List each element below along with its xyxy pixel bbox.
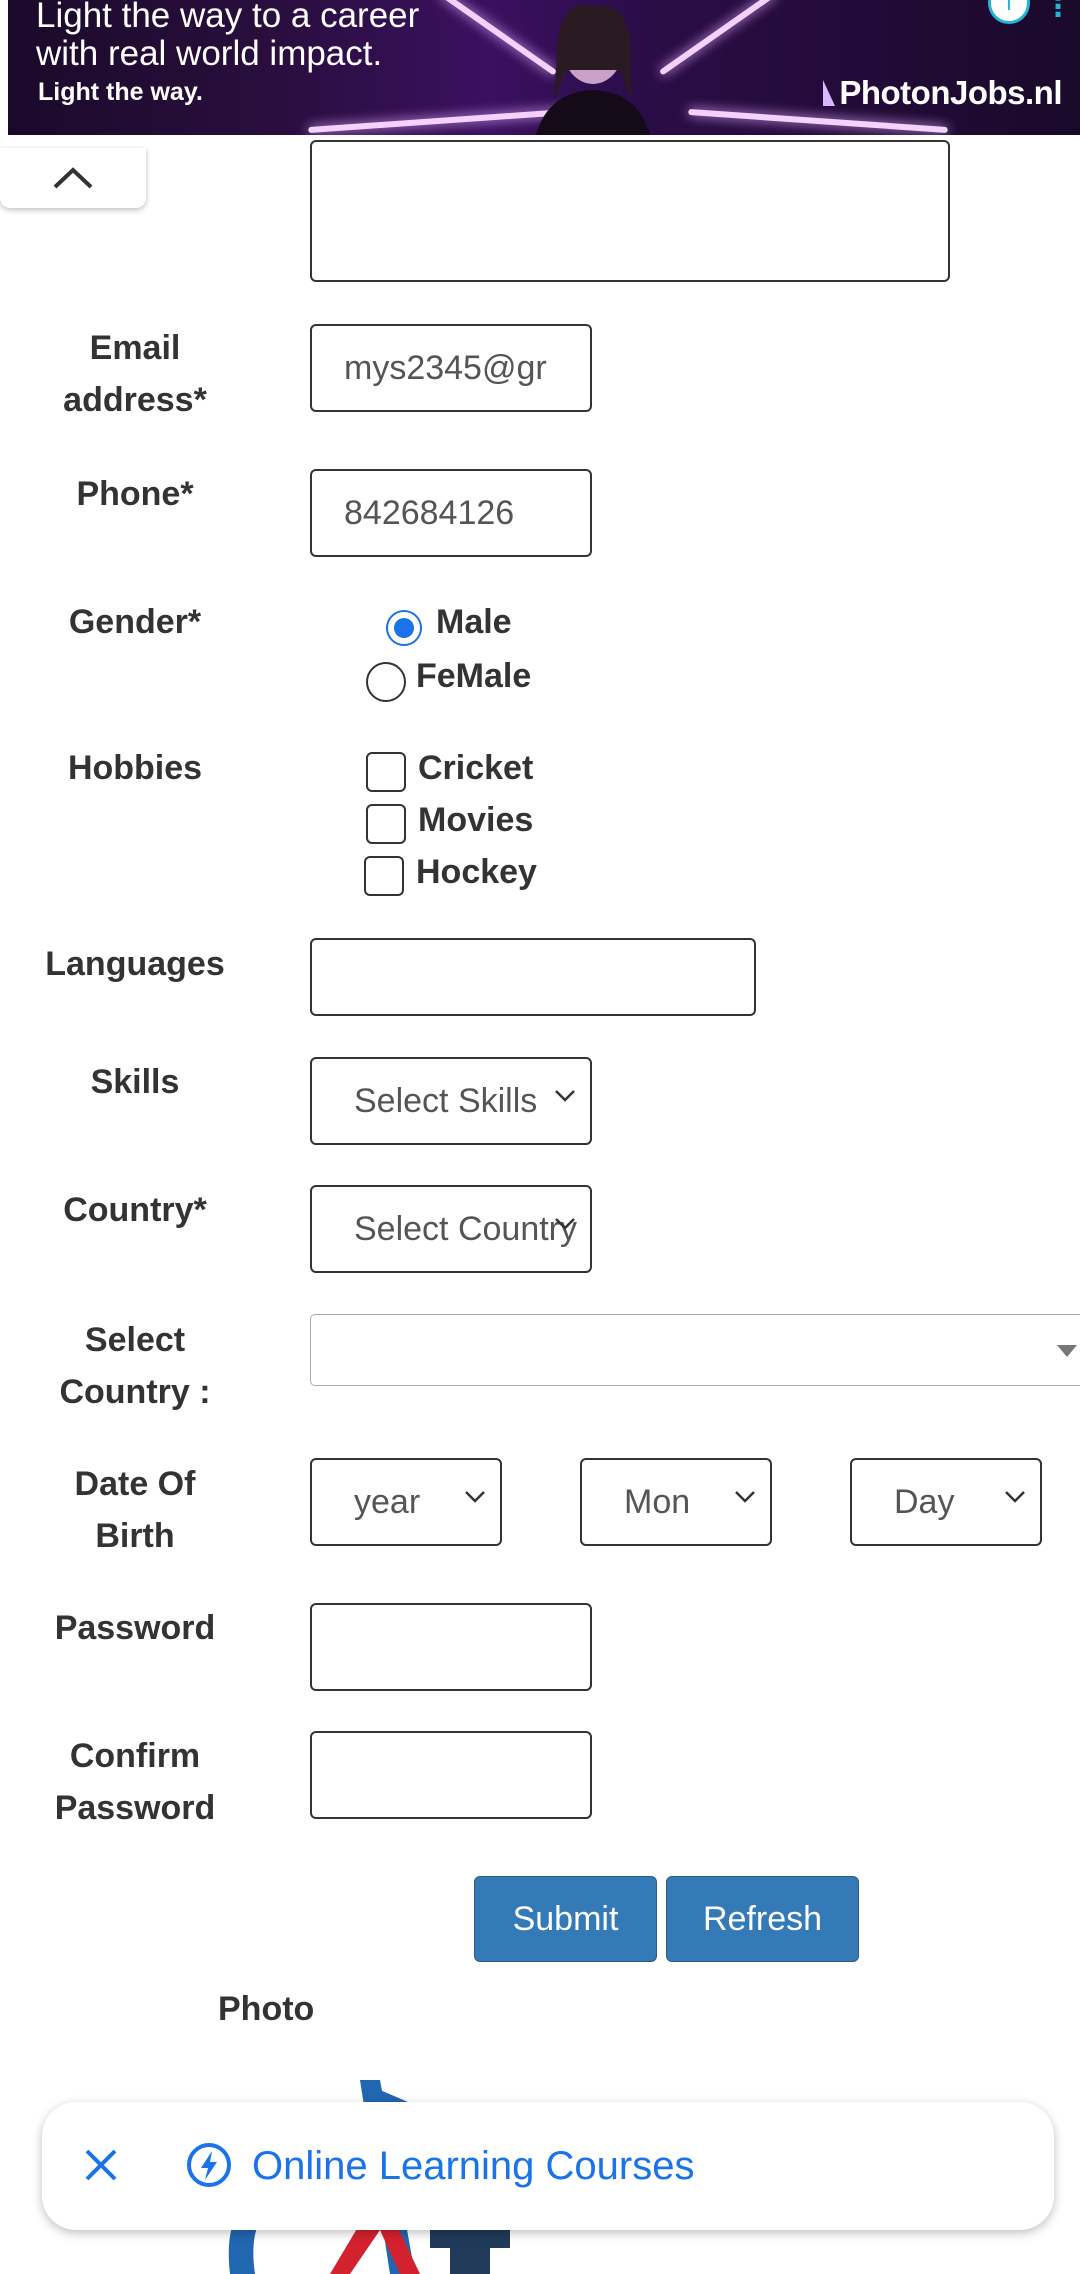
dob-day-value: Day — [894, 1483, 955, 1521]
chevron-down-icon — [555, 1218, 575, 1230]
more-icon[interactable]: ⋮ — [1044, 0, 1072, 23]
chevron-down-icon — [1005, 1491, 1025, 1503]
country-select[interactable]: Select Country — [310, 1185, 592, 1273]
ad-brand-text: PhotonJobs.nl — [839, 74, 1062, 111]
chevron-down-icon — [735, 1491, 755, 1503]
ad-banner[interactable]: Light the way to a career with real worl… — [8, 0, 1080, 135]
dob-year-select[interactable]: year — [310, 1458, 502, 1546]
email-input[interactable]: mys2345@gr — [310, 324, 592, 412]
chevron-up-icon — [53, 167, 93, 189]
dob-month-select[interactable]: Mon — [580, 1458, 772, 1546]
refresh-button[interactable]: Refresh — [666, 1876, 859, 1962]
country-label: Country* — [63, 1191, 207, 1229]
dob-year-value: year — [354, 1483, 421, 1521]
password-label: Password — [54, 1609, 216, 1647]
photo-label: Photo — [218, 1990, 315, 2028]
hobby-cricket-label: Cricket — [418, 749, 534, 787]
info-icon[interactable]: i — [988, 0, 1030, 24]
chevron-down-icon — [465, 1491, 485, 1503]
ad-headline-line2: with real world impact. — [36, 34, 383, 73]
promo-toast-text[interactable]: Online Learning Courses — [252, 2140, 694, 2192]
phone-input[interactable]: 842684126 — [310, 469, 592, 557]
dob-day-select[interactable]: Day — [850, 1458, 1042, 1546]
hobby-cricket-checkbox[interactable] — [366, 752, 406, 792]
languages-input[interactable] — [310, 938, 756, 1016]
dob-month-value: Mon — [624, 1483, 691, 1521]
gender-label: Gender* — [68, 603, 202, 641]
hobby-hockey-checkbox[interactable] — [364, 856, 404, 896]
gender-female-label: FeMale — [416, 657, 532, 695]
phone-label: Phone* — [76, 475, 194, 513]
password-input[interactable] — [310, 1603, 592, 1691]
hobby-hockey-label: Hockey — [416, 853, 537, 891]
gender-male-label: Male — [436, 603, 512, 641]
confirm-password-input[interactable] — [310, 1731, 592, 1819]
ad-light-decoration — [688, 108, 948, 134]
brand-mark-icon — [823, 80, 836, 106]
chevron-down-icon — [555, 1090, 575, 1102]
submit-button[interactable]: Submit — [474, 1876, 657, 1962]
bolt-icon — [187, 2143, 231, 2187]
skills-select[interactable]: Select Skills — [310, 1057, 592, 1145]
address-textarea[interactable] — [310, 140, 950, 282]
close-icon[interactable] — [82, 2146, 120, 2184]
select-country-label: Select Country : — [59, 1321, 211, 1411]
collapse-ad-button[interactable] — [0, 148, 146, 208]
ad-tagline: Light the way. — [38, 78, 203, 106]
ad-headline-line1: Light the way to a career — [36, 0, 420, 35]
dropdown-arrow-icon — [1057, 1345, 1077, 1357]
languages-label: Languages — [45, 945, 225, 983]
skills-select-value: Select Skills — [354, 1082, 538, 1120]
hobbies-label: Hobbies — [67, 749, 203, 787]
ad-brand-logo: PhotonJobs.nl — [823, 74, 1062, 112]
hobby-movies-checkbox[interactable] — [366, 804, 406, 844]
hobby-movies-label: Movies — [418, 801, 534, 839]
select-country-combobox[interactable] — [310, 1314, 1080, 1386]
dob-label: Date Of Birth — [74, 1465, 196, 1555]
ad-person-image — [536, 5, 650, 135]
country-select-value: Select Country — [354, 1210, 577, 1248]
promo-toast[interactable]: Online Learning Courses — [42, 2102, 1054, 2230]
gender-male-radio[interactable] — [386, 610, 422, 646]
skills-label: Skills — [90, 1063, 180, 1101]
ad-light-decoration — [658, 0, 778, 76]
confirm-password-label: Confirm Password — [54, 1737, 216, 1827]
gender-female-radio[interactable] — [366, 662, 406, 702]
email-label: Email address* — [63, 329, 207, 419]
